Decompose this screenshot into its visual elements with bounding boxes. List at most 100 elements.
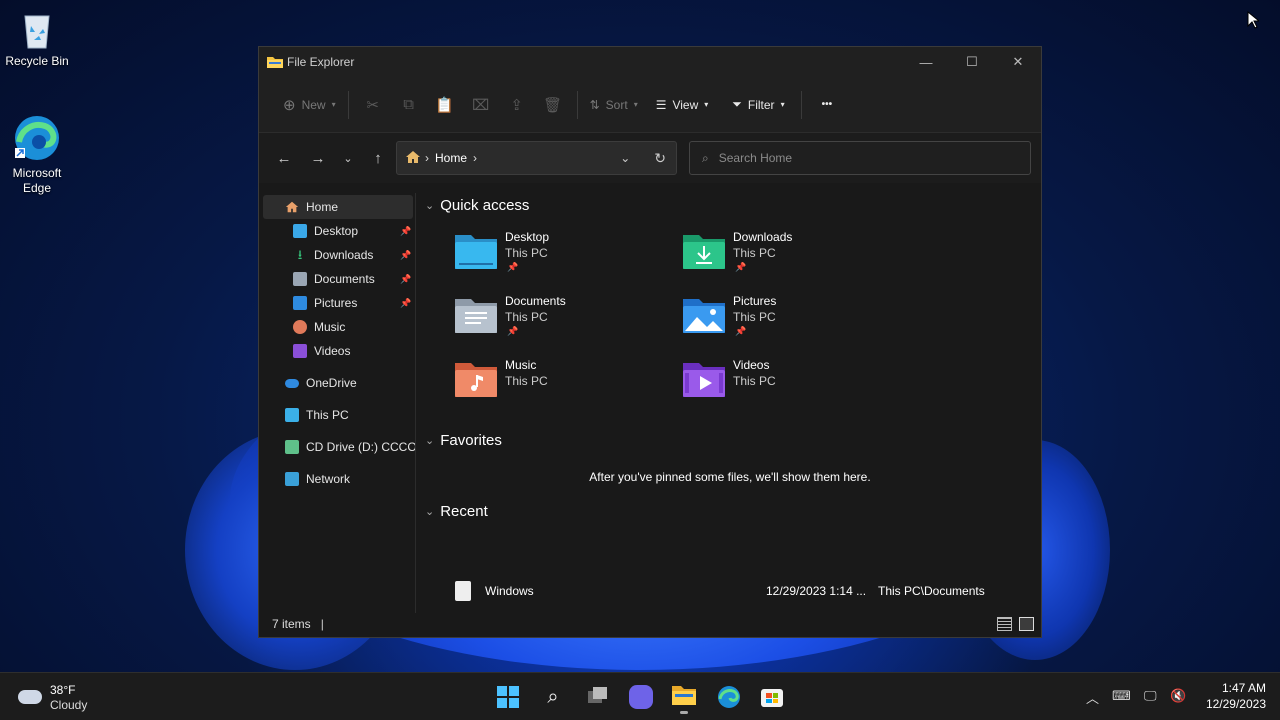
paste-button[interactable]: 📋 [427,89,463,121]
maximize-button[interactable]: ☐ [949,47,995,77]
tile-location: This PC [733,246,776,260]
rename-button[interactable]: ⌧ [463,89,499,121]
recent-file-row[interactable]: Windows 12/29/2023 1:14 ... This PC\Docu… [455,579,1035,603]
toolbar-separator [347,90,349,119]
view-button[interactable]: ☰ View ▾ [650,89,715,121]
quick-access-music[interactable]: Music This PC [455,358,675,421]
sidebar-item-downloads[interactable]: ⭳ Downloads 📌 [259,243,415,267]
store-tile [766,698,772,703]
tile-name: Documents [505,294,566,308]
pin-icon: 📌 [735,262,747,272]
desktop-icon-microsoft-edge[interactable]: Microsoft Edge [0,114,74,196]
quick-access-header[interactable]: ⌄ Quick access [425,197,529,214]
task-view-button[interactable] [586,685,610,709]
file-explorer-taskbar-button[interactable] [672,685,696,714]
more-dots-icon: ••• [821,99,833,110]
show-hidden-icons-chevron-up-icon[interactable]: ︿ [1086,688,1099,707]
sidebar-item-desktop[interactable]: Desktop 📌 [259,219,415,243]
pictures-icon [293,296,307,310]
weather-widget[interactable]: 38°F Cloudy [18,681,87,713]
network-icon[interactable]: 🖵 [1144,688,1157,704]
filter-button[interactable]: ⏷ Filter ▾ [726,89,790,121]
chevron-down-icon: ▾ [704,100,709,109]
title-bar[interactable]: File Explorer — ☐ ✕ [259,47,1041,77]
sidebar-item-label: Desktop [314,224,359,238]
keyboard-icon[interactable]: ⌨ [1112,688,1131,704]
section-title: Quick access [440,197,530,214]
search-button[interactable]: ⌕ [541,685,565,709]
sort-button[interactable]: ⇅ Sort ▾ [584,89,644,121]
close-button[interactable]: ✕ [995,47,1041,77]
back-button[interactable]: ← [267,143,301,173]
search-box[interactable]: ⌕ Search Home [689,141,1031,175]
sidebar-item-label: Documents [314,272,375,286]
scissors-icon: ✂ [366,96,379,114]
toolbar-separator [576,90,578,119]
desktop-icon-label: Recycle Bin [5,54,69,68]
breadcrumb-home[interactable]: Home [435,151,467,165]
address-history-dropdown[interactable]: ⌄ [620,151,630,165]
edge-icon [13,114,61,162]
sidebar-item-pictures[interactable]: Pictures 📌 [259,291,415,315]
sidebar-item-documents[interactable]: Documents 📌 [259,267,415,291]
quick-access-pictures[interactable]: Pictures This PC 📌 [683,294,903,357]
tile-name: Desktop [505,230,550,244]
sort-label: Sort [605,97,628,112]
sidebar-item-videos[interactable]: Videos [259,339,415,363]
home-icon [285,200,299,214]
computer-icon [285,408,299,422]
minimize-button[interactable]: — [903,47,949,77]
quick-access-desktop[interactable]: Desktop This PC 📌 [455,230,675,293]
clock[interactable]: 1:47 AM 12/29/2023 [1196,681,1266,711]
start-icon-tile [509,686,519,696]
pin-icon[interactable]: 📌 [400,274,411,285]
new-button[interactable]: ⊕ New ▾ [277,89,342,121]
pin-icon: 📌 [507,262,519,272]
clock-time: 1:47 AM [1221,681,1266,695]
cloud-icon [285,378,299,388]
home-icon [405,150,421,167]
tile-location: This PC [505,246,548,260]
sidebar-item-music[interactable]: Music [259,315,415,339]
pin-icon[interactable]: 📌 [400,250,411,261]
sidebar-item-network[interactable]: Network [259,467,415,491]
chevron-down-icon: ⌄ [425,200,435,212]
weather-condition: Cloudy [50,697,88,712]
edge-taskbar-button[interactable] [717,685,741,709]
refresh-icon[interactable]: ↻ [654,150,666,167]
volume-muted-icon[interactable]: 🔇 [1170,688,1186,704]
copy-button[interactable]: ⧉ [391,89,427,121]
desktop-icon-recycle-bin[interactable]: Recycle Bin [0,10,74,69]
details-view-icon[interactable] [997,617,1012,631]
pin-icon[interactable]: 📌 [400,298,411,309]
store-taskbar-button[interactable] [760,685,784,709]
tiles-view-icon[interactable] [1019,617,1034,631]
sidebar-item-label: CD Drive (D:) CCCOMA_X64FRE [306,440,415,454]
delete-button[interactable]: 🗑 [535,89,571,121]
share-button[interactable]: ⇪ [499,89,535,121]
forward-button[interactable]: → [301,143,335,173]
address-bar[interactable]: › Home › ⌄ ↻ [396,141,677,175]
more-options-button[interactable]: ••• [816,89,839,121]
desktop-icon [293,224,307,238]
recent-locations-button[interactable]: ⌄ [335,143,361,173]
quick-access-videos[interactable]: Videos This PC [683,358,903,421]
quick-access-documents[interactable]: Documents This PC 📌 [455,294,675,357]
mouse-pointer-icon [1247,10,1261,32]
recent-header[interactable]: ⌄ Recent [425,503,488,520]
start-button[interactable] [496,685,520,709]
favorites-header[interactable]: ⌄ Favorites [425,432,502,449]
plus-circle-icon: ⊕ [283,96,296,114]
sidebar-item-this-pc[interactable]: This PC [259,403,415,427]
up-button[interactable]: ↑ [361,143,395,173]
quick-access-downloads[interactable]: Downloads This PC 📌 [683,230,903,293]
chat-button[interactable] [629,685,653,709]
rename-icon: ⌧ [471,96,490,114]
sidebar-item-onedrive[interactable]: OneDrive [259,371,415,395]
pin-icon[interactable]: 📌 [400,226,411,237]
cut-button[interactable]: ✂ [355,89,391,121]
search-input[interactable]: Search Home [719,151,792,165]
toolbar-separator [800,90,802,119]
sidebar-item-home[interactable]: Home [263,195,413,219]
sidebar-item-cd-drive[interactable]: CD Drive (D:) CCCOMA_X64FRE [259,435,415,459]
